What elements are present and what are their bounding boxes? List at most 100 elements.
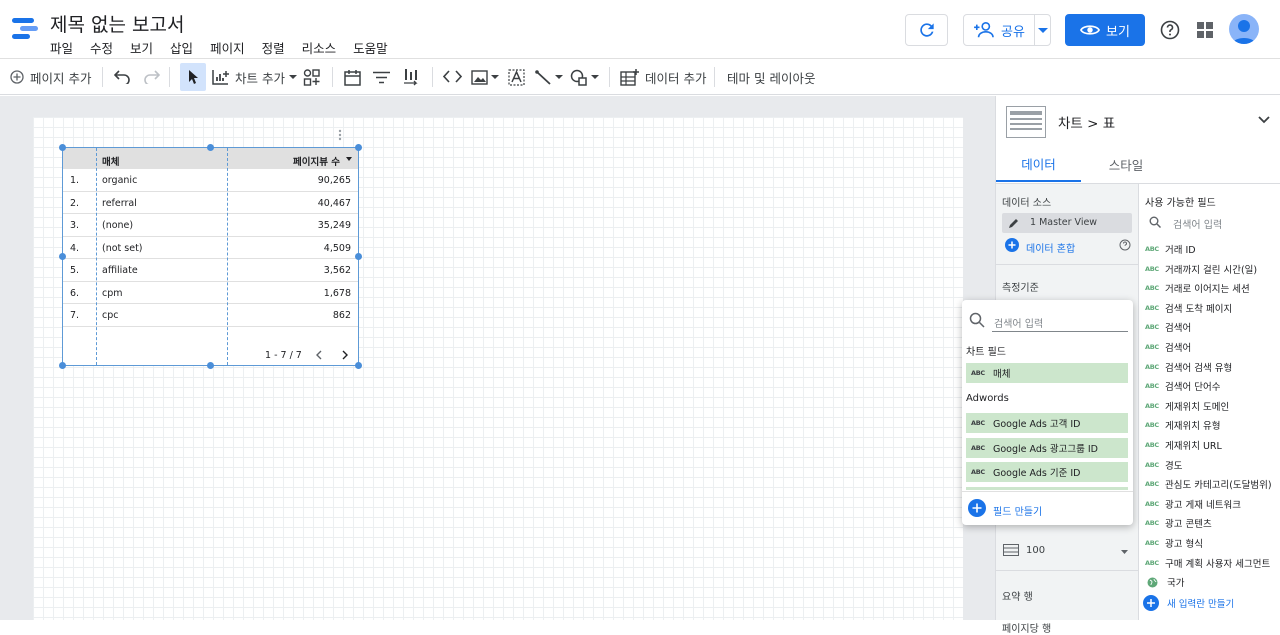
field-name: 국가 — [1167, 578, 1185, 590]
field-item[interactable]: ABC 검색어 단어수 — [1145, 379, 1220, 393]
field-item[interactable]: ABC 광고 형식 — [1145, 536, 1203, 550]
field-item[interactable]: ABC 게재위치 유형 — [1145, 418, 1220, 432]
create-field-link[interactable]: 필드 만들기 — [993, 503, 1042, 518]
fields-search-input[interactable]: 검색어 입력 — [1173, 216, 1222, 231]
text-type-icon: ABC — [1145, 519, 1159, 528]
field-name: 게재위치 유형 — [1165, 421, 1221, 433]
menu-help[interactable]: 도움말 — [353, 38, 388, 57]
resize-handle[interactable] — [355, 362, 362, 369]
help-icon[interactable] — [1119, 239, 1131, 251]
share-dropdown-icon[interactable] — [1038, 28, 1048, 34]
field-item[interactable]: ABC 게재위치 도메인 — [1145, 399, 1229, 413]
field-item[interactable]: ABC 경도 — [1145, 458, 1182, 472]
field-item[interactable]: ABC 검색어 — [1145, 340, 1191, 354]
text-box-icon[interactable] — [508, 69, 525, 86]
row-index: 6. — [70, 287, 80, 299]
field-item[interactable]: 국가 — [1145, 575, 1184, 589]
sort-desc-icon[interactable] — [346, 157, 352, 161]
menu-resource[interactable]: 리소스 — [302, 38, 337, 57]
table-chart[interactable]: 매체 페이지뷰 수 1. organic 90,265 2. referral … — [62, 147, 359, 366]
table-chart-thumbnail-icon[interactable] — [1006, 106, 1046, 138]
cursor-icon — [189, 70, 198, 84]
next-page-icon[interactable] — [342, 350, 349, 360]
select-tool-button[interactable] — [180, 63, 206, 91]
resize-handle[interactable] — [207, 144, 214, 151]
field-item[interactable]: ABC 검색어 검색 유형 — [1145, 360, 1232, 374]
user-avatar[interactable] — [1229, 14, 1259, 44]
line-button[interactable] — [535, 59, 563, 95]
field-item[interactable]: ABC 검색 도착 페이지 — [1145, 301, 1232, 315]
edit-pencil-icon[interactable] — [1008, 217, 1020, 229]
expand-more-icon[interactable] — [1258, 116, 1270, 124]
field-item[interactable]: ABC 거래 ID — [1145, 242, 1196, 256]
tab-style[interactable]: 스타일 — [1086, 146, 1166, 182]
redo-icon[interactable] — [143, 70, 160, 84]
menu-insert[interactable]: 삽입 — [170, 38, 193, 57]
image-button[interactable] — [471, 59, 499, 95]
view-button[interactable]: 보기 — [1065, 14, 1145, 46]
field-item[interactable]: ABC 거래까지 걸린 시간(일) — [1145, 262, 1257, 276]
add-data-button[interactable]: 데이터 추가 — [620, 59, 706, 95]
share-button[interactable]: 공유 — [963, 14, 1051, 46]
field-name: 게재위치 도메인 — [1165, 401, 1230, 413]
report-title[interactable]: 제목 없는 보고서 — [50, 10, 184, 37]
cell-medium: organic — [102, 175, 138, 186]
filter-control-icon[interactable] — [373, 71, 390, 84]
data-studio-logo-icon[interactable] — [12, 16, 38, 42]
field-item[interactable]: ABC 거래로 이어지는 세션 — [1145, 281, 1250, 295]
data-source-chip[interactable]: 1 Master View — [1002, 213, 1132, 233]
date-range-icon[interactable] — [344, 69, 361, 86]
menu-file[interactable]: 파일 — [50, 38, 73, 57]
blend-data-link[interactable]: 데이터 혼합 — [1026, 240, 1075, 255]
adwords-field-item[interactable]: ABC Google Ads 기준 ID — [966, 462, 1128, 482]
field-item[interactable]: ABC 광고 게재 네트워크 — [1145, 497, 1241, 511]
adwords-field-item[interactable]: ABC Google Ads 광고그룹 ID — [966, 438, 1128, 458]
theme-layout-button[interactable]: 테마 및 레이아웃 — [727, 59, 815, 95]
column-header-medium[interactable]: 매체 — [102, 154, 119, 168]
column-header-pageviews[interactable]: 페이지뷰 수 — [293, 154, 340, 168]
field-item[interactable]: ABC 관심도 카테고리(도달범위) — [1145, 477, 1272, 491]
chart-field-item[interactable]: ABC 매체 — [966, 363, 1128, 383]
add-chart-button[interactable]: 차트 추가 — [212, 59, 297, 95]
popup-search-input[interactable]: 검색어 입력 — [994, 315, 1043, 330]
resize-handle[interactable] — [59, 362, 66, 369]
help-icon[interactable] — [1160, 20, 1180, 40]
menu-view[interactable]: 보기 — [130, 38, 153, 57]
row-index: 5. — [70, 265, 80, 276]
menu-arrange[interactable]: 정렬 — [262, 38, 285, 57]
chevron-down-icon[interactable] — [1121, 550, 1128, 554]
menu-page[interactable]: 페이지 — [210, 38, 245, 57]
search-icon — [969, 312, 985, 328]
resize-handle[interactable] — [355, 253, 362, 260]
menu-edit[interactable]: 수정 — [90, 38, 113, 57]
more-vert-icon[interactable] — [338, 129, 342, 141]
resize-handle[interactable] — [59, 253, 66, 260]
adwords-field-name: Google Ads 고객 ID — [993, 419, 1081, 430]
refresh-button[interactable] — [905, 14, 948, 46]
field-item[interactable]: ABC 검색어 — [1145, 320, 1191, 334]
resize-handle[interactable] — [355, 144, 362, 151]
community-viz-icon[interactable] — [303, 69, 321, 86]
field-item[interactable]: ABC 구매 계획 사용자 세그먼트 — [1145, 556, 1270, 570]
add-circle-icon[interactable] — [968, 499, 986, 517]
rows-per-page-select[interactable]: 100 — [1026, 545, 1045, 556]
data-control-icon[interactable] — [403, 68, 419, 87]
embed-code-icon[interactable] — [443, 70, 462, 83]
resize-handle[interactable] — [59, 144, 66, 151]
undo-icon[interactable] — [114, 70, 131, 84]
new-field-button[interactable]: 새 입력란 만들기 — [1143, 595, 1234, 611]
cell-medium: affiliate — [102, 265, 138, 276]
prev-page-icon[interactable] — [315, 350, 322, 360]
adwords-field-item[interactable]: ABC Google Ads 고객 ID — [966, 413, 1128, 433]
field-name: 광고 콘텐츠 — [1165, 519, 1212, 531]
resize-handle[interactable] — [207, 362, 214, 369]
cell-pageviews: 35,249 — [317, 220, 351, 231]
add-circle-icon[interactable] — [1005, 238, 1019, 252]
shape-button[interactable] — [570, 59, 599, 95]
apps-grid-icon[interactable] — [1197, 22, 1213, 38]
add-page-button[interactable]: 페이지 추가 — [10, 59, 91, 95]
globe-icon — [1147, 577, 1158, 588]
field-item[interactable]: ABC 광고 콘텐츠 — [1145, 516, 1212, 530]
tab-data[interactable]: 데이터 — [996, 146, 1081, 182]
field-item[interactable]: ABC 게재위치 URL — [1145, 438, 1222, 452]
